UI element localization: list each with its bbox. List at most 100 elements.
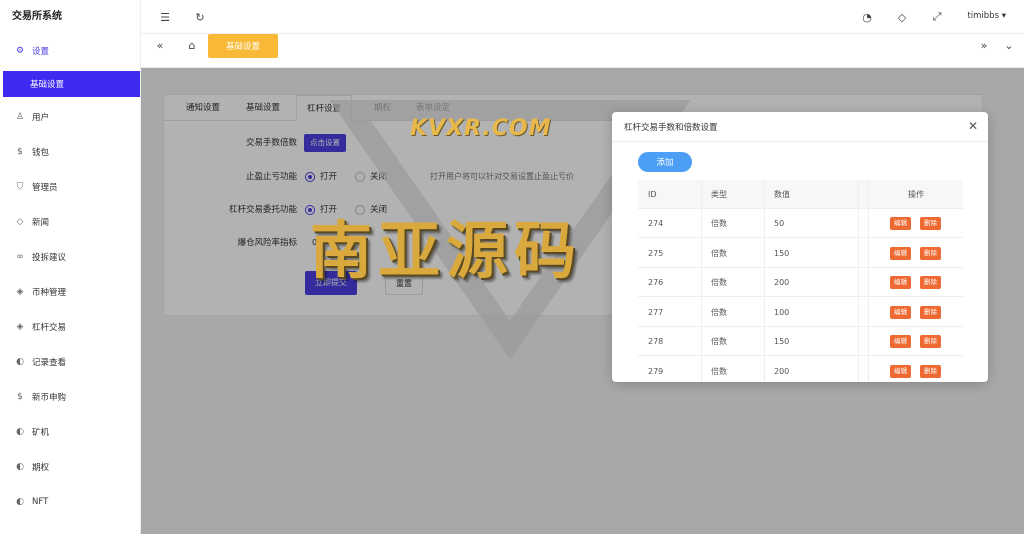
delete-button[interactable]: 删除 — [920, 364, 941, 378]
sidebar-subitem-basic-settings[interactable]: 基础设置 — [3, 71, 140, 97]
sidebar-item-label: NFT — [32, 497, 49, 507]
cell-value: 200 — [774, 366, 790, 376]
tag-basic-settings[interactable]: 基础设置 — [208, 34, 278, 58]
cell-value: 50 — [774, 219, 785, 228]
table-row: 279 倍数 200 编辑 删除 — [638, 356, 963, 382]
col-sep — [868, 180, 869, 208]
modal-header: 杠杆交易手数和倍数设置 ✕ — [612, 112, 988, 142]
dollar-icon: $ — [17, 147, 23, 157]
col-sep — [868, 297, 869, 326]
sidebar-item-label: 钱包 — [32, 148, 50, 158]
col-sep — [764, 180, 765, 208]
fullscreen-icon[interactable]: ⤢ — [930, 10, 944, 24]
sidebar-item-7[interactable]: ◈ 杠杆交易 — [0, 310, 141, 344]
chevron-down-icon[interactable]: ⌄ — [1002, 38, 1016, 52]
col-sep — [764, 209, 765, 237]
cell-id: 275 — [648, 248, 664, 258]
sidebar-item-label: 杠杆交易 — [32, 323, 67, 333]
sidebar-item-8[interactable]: ◐ 记录查看 — [0, 345, 141, 379]
edit-button[interactable]: 编辑 — [890, 305, 911, 319]
dollar-circle-icon: $ — [17, 392, 23, 402]
col-sep — [858, 209, 859, 237]
sidebar-item-label: 记录查看 — [32, 358, 67, 368]
modal-title: 杠杆交易手数和倍数设置 — [624, 123, 718, 133]
username: timibbs — [967, 11, 1000, 21]
col-sep — [868, 327, 869, 355]
sidebar-item-label: 新币申购 — [32, 393, 67, 403]
col-sep — [858, 268, 859, 296]
sidebar-item-1[interactable]: ♙ 用户 — [0, 100, 141, 134]
edit-button[interactable]: 编辑 — [890, 364, 911, 378]
col-sep — [701, 180, 702, 208]
edit-button[interactable]: 编辑 — [890, 246, 911, 260]
col-sep — [701, 268, 702, 296]
back-circle-icon: ◐ — [16, 497, 24, 507]
sidebar: 交易所系统 ⚙ 设置 ♙ 用户 $ 钱包 ⛉ 管理员 ◇ 新闻 ∞ 投拆建议 ◈ 币种管理 ◈ 杠杆交易 ◐ 记录… — [0, 0, 141, 534]
sidebar-item-2[interactable]: $ 钱包 — [0, 135, 141, 169]
col-sep — [701, 356, 702, 382]
cell-id: 279 — [648, 366, 664, 376]
sidebar-item-12[interactable]: ◐ NFT — [0, 485, 141, 519]
sidebar-item-5[interactable]: ∞ 投拆建议 — [0, 240, 141, 274]
double-right-icon[interactable]: » — [977, 38, 991, 52]
gear-icon: ⚙ — [15, 46, 25, 56]
sidebar-item-6[interactable]: ◈ 币种管理 — [0, 275, 141, 309]
col-sep — [701, 327, 702, 355]
cell-value: 150 — [774, 248, 790, 258]
col-sep — [764, 356, 765, 382]
add-button[interactable]: 添加 — [638, 152, 692, 172]
delete-button[interactable]: 删除 — [920, 305, 941, 319]
table-row: 278 倍数 150 编辑 删除 — [638, 327, 963, 356]
cell-type: 倍数 — [711, 366, 727, 376]
col-sep — [868, 209, 869, 237]
table-row: 275 倍数 150 编辑 删除 — [638, 238, 963, 268]
user-menu[interactable]: timibbs ▾ — [967, 11, 1006, 21]
sidebar-item-4[interactable]: ◇ 新闻 — [0, 205, 141, 239]
col-sep — [858, 180, 859, 208]
home-icon[interactable]: ⌂ — [185, 38, 199, 52]
sidebar-item-3[interactable]: ⛉ 管理员 — [0, 170, 141, 204]
sidebar-item-10[interactable]: ◐ 矿机 — [0, 415, 141, 449]
cell-type: 倍数 — [711, 219, 727, 228]
edit-button[interactable]: 编辑 — [890, 217, 911, 230]
cell-id: 276 — [648, 278, 664, 287]
back-circle-icon: ◐ — [16, 427, 24, 437]
shield-icon: ⛉ — [16, 182, 24, 192]
table-row: 277 倍数 100 编辑 删除 — [638, 297, 963, 327]
double-left-icon[interactable]: « — [153, 38, 167, 52]
col-sep — [858, 297, 859, 326]
delete-button[interactable]: 删除 — [920, 335, 941, 348]
sidebar-item-label: 矿机 — [32, 428, 50, 438]
col-sep — [858, 238, 859, 267]
refresh-icon[interactable]: ↻ — [193, 10, 207, 24]
sidebar-item-0[interactable]: ⚙ 设置 — [0, 34, 141, 68]
sidebar-item-9[interactable]: $ 新币申购 — [0, 380, 141, 414]
edit-button[interactable]: 编辑 — [890, 335, 911, 348]
table-row: 276 倍数 200 编辑 删除 — [638, 268, 963, 297]
sidebar-item-label: 新闻 — [32, 218, 50, 228]
top-header: ☰ ↻ ◔ ◇ ⤢ timibbs ▾ — [141, 0, 1024, 34]
th-id: ID — [648, 190, 657, 199]
col-sep — [764, 238, 765, 267]
delete-button[interactable]: 删除 — [920, 246, 941, 260]
edit-button[interactable]: 编辑 — [890, 276, 911, 289]
menu-fold-icon[interactable]: ☰ — [158, 10, 172, 24]
col-sep — [764, 297, 765, 326]
cell-type: 倍数 — [711, 278, 727, 287]
col-sep — [868, 238, 869, 267]
cell-value: 100 — [774, 307, 790, 317]
cell-value: 150 — [774, 337, 790, 346]
sidebar-item-label: 管理员 — [32, 183, 58, 193]
delete-button[interactable]: 删除 — [920, 276, 941, 289]
leverage-modal: 杠杆交易手数和倍数设置 ✕ 添加 ID 类型 数值 操作 274 倍数 50 编辑 删除… — [612, 112, 988, 382]
user-icon: ♙ — [15, 112, 25, 122]
col-sep — [701, 209, 702, 237]
sidebar-item-11[interactable]: ◐ 期权 — [0, 450, 141, 484]
cell-type: 倍数 — [711, 337, 727, 346]
close-icon[interactable]: ✕ — [968, 119, 978, 133]
delete-button[interactable]: 删除 — [920, 217, 941, 230]
theme-icon[interactable]: ◔ — [860, 10, 874, 24]
tag-icon[interactable]: ◇ — [895, 10, 909, 24]
caret-down-icon: ▾ — [1001, 11, 1006, 21]
col-sep — [764, 327, 765, 355]
